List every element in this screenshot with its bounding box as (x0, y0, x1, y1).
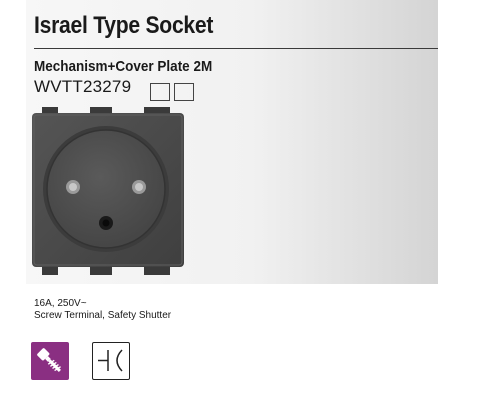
title-divider (34, 48, 438, 49)
color-swatch-box (174, 83, 194, 101)
color-swatch-box (150, 83, 170, 101)
product-code: WVTT23279 (34, 77, 132, 96)
product-subtitle: Mechanism+Cover Plate 2M (34, 58, 213, 75)
switch-symbol-icon (92, 342, 130, 380)
rating-text: 16A, 250V~ (34, 298, 87, 309)
product-specs: 16A, 250V~ Screw Terminal, Safety Shutte… (34, 298, 171, 322)
page-title: Israel Type Socket (34, 12, 214, 39)
socket-product-image (32, 107, 184, 275)
features-text: Screw Terminal, Safety Shutter (34, 310, 172, 321)
screw-icon (31, 342, 69, 380)
